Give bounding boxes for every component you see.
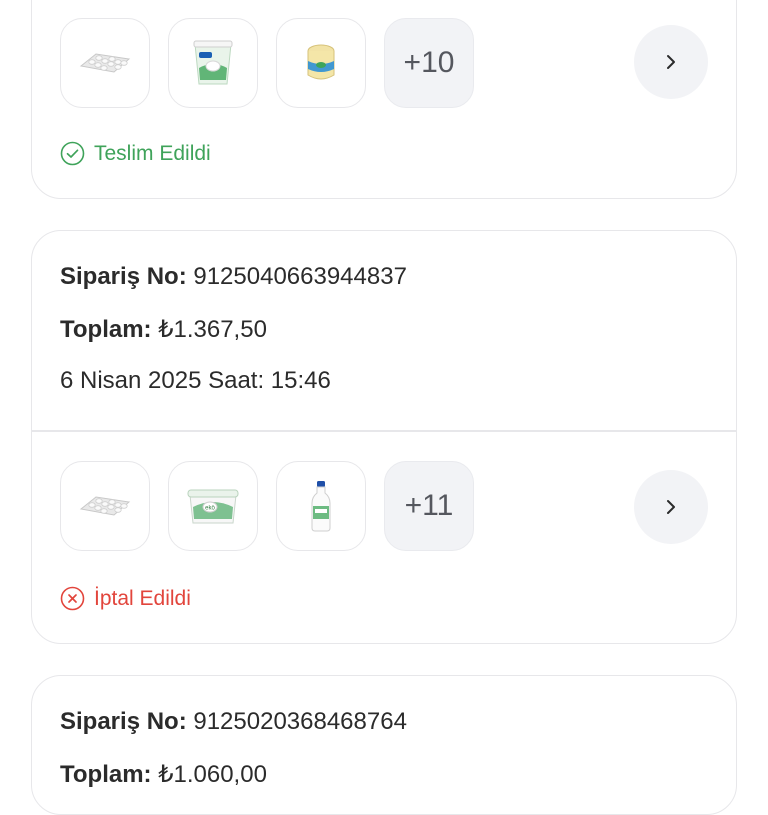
more-items-count: +11 — [404, 489, 454, 522]
product-thumb: ekö — [168, 461, 258, 551]
chevron-right-icon — [667, 55, 675, 69]
product-thumb — [60, 18, 150, 108]
milk-bottle-icon — [311, 481, 331, 532]
order-number-row: Sipariş No: 9125020368468764 — [60, 708, 407, 736]
check-circle-icon — [60, 141, 85, 166]
product-thumb — [60, 461, 150, 551]
chevron-right-icon — [667, 500, 675, 514]
order-total-row: Toplam: ₺1.060,00 — [60, 760, 267, 789]
egg-tray-icon — [79, 53, 131, 73]
more-items-badge: +11 — [384, 461, 474, 551]
order-number-row: Sipariş No: 9125040663944837 — [60, 263, 407, 291]
more-items-badge: +10 — [384, 18, 474, 108]
order-detail-button[interactable] — [634, 25, 708, 99]
order-card[interactable]: Sipariş No: 9125020368468764 Toplam: ₺1.… — [31, 675, 737, 815]
product-thumb — [276, 18, 366, 108]
product-thumb — [168, 18, 258, 108]
order-number-value: 9125020368468764 — [193, 708, 407, 735]
order-total-label: Toplam: — [60, 316, 159, 343]
order-total-value: ₺1.367,50 — [158, 316, 267, 343]
order-detail-button[interactable] — [634, 470, 708, 544]
order-status: İptal Edildi — [60, 586, 191, 611]
order-date: 6 Nisan 2025 Saat: 15:46 — [60, 367, 331, 394]
card-divider — [32, 430, 736, 432]
order-total-label: Toplam: — [60, 761, 159, 788]
status-label: Teslim Edildi — [94, 141, 211, 165]
x-circle-icon — [60, 586, 85, 611]
order-card[interactable]: +10 Teslim Edildi — [31, 0, 737, 199]
cheese-jar-icon — [307, 44, 335, 80]
more-items-count: +10 — [403, 46, 455, 79]
order-number-value: 9125040663944837 — [193, 263, 407, 290]
order-number-label: Sipariş No: — [60, 263, 194, 290]
product-thumb — [276, 461, 366, 551]
cheese-box-icon: ekö — [187, 489, 239, 524]
svg-text:ekö: ekö — [205, 506, 215, 512]
order-total-value: ₺1.060,00 — [158, 761, 267, 788]
order-card[interactable]: Sipariş No: 9125040663944837 Toplam: ₺1.… — [31, 230, 737, 644]
status-label: İptal Edildi — [94, 586, 191, 610]
yogurt-tub-icon — [193, 40, 233, 85]
egg-tray-icon — [79, 496, 131, 516]
order-number-label: Sipariş No: — [60, 708, 194, 735]
order-status: Teslim Edildi — [60, 141, 211, 166]
order-total-row: Toplam: ₺1.367,50 — [60, 315, 267, 344]
